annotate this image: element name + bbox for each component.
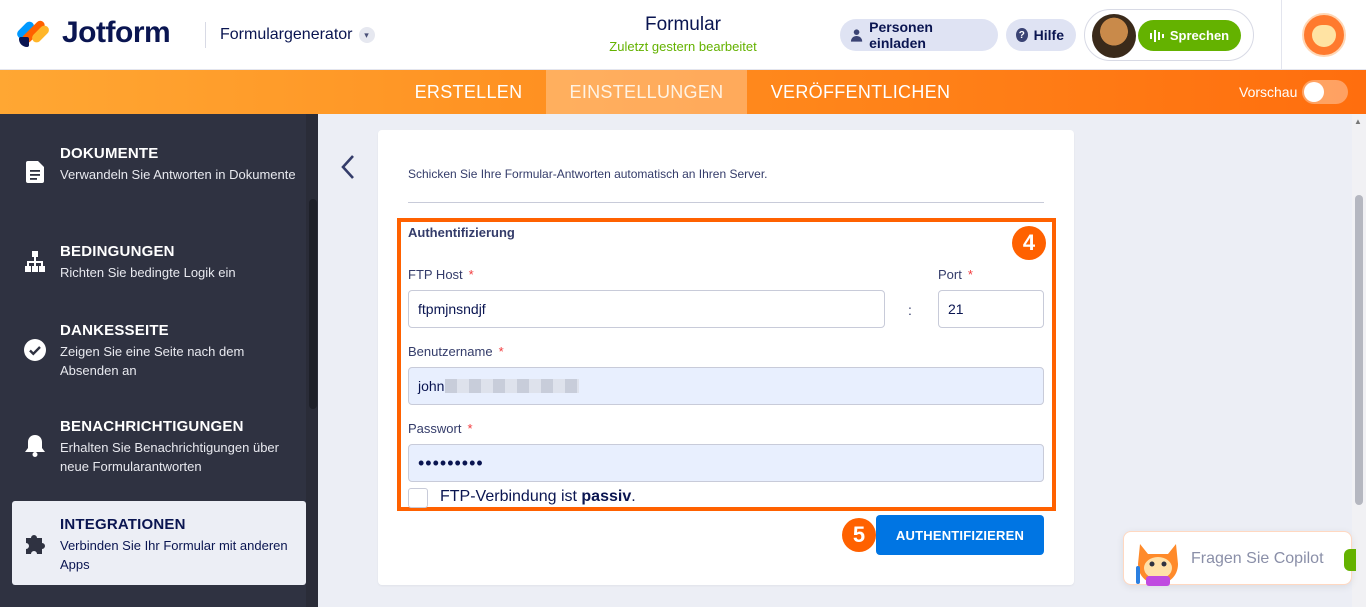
ftp-host-input[interactable]: ftpmjnsndjf [408, 290, 885, 328]
check-circle-icon [24, 339, 46, 361]
jotform-logo[interactable]: Jotform [15, 16, 171, 50]
section-divider [408, 202, 1044, 203]
question-icon: ? [1016, 28, 1028, 42]
copilot-widget[interactable]: Fragen Sie Copilot [1123, 531, 1356, 586]
sidebar-item-title: BEDINGUNGEN [60, 243, 175, 260]
sidebar-item-title: DANKESSEITE [60, 322, 169, 339]
form-title[interactable]: Formular [583, 14, 783, 36]
person-icon [850, 29, 863, 42]
invite-people-label: Personen einladen [869, 19, 933, 51]
puzzle-piece-icon [24, 532, 46, 554]
back-chevron-icon[interactable] [340, 154, 356, 188]
sidebar-item-desc: Zeigen Sie eine Seite nach dem Absenden … [60, 344, 245, 378]
sidebar-item-title: DOKUMENTE [60, 145, 159, 162]
speak-button[interactable]: Sprechen [1138, 20, 1241, 51]
sidebar-item-title: INTEGRATIONEN [60, 516, 186, 533]
form-title-block: Formular Zuletzt gestern bearbeitet [583, 14, 783, 54]
audio-wave-icon [1149, 29, 1164, 42]
sidebar-item-integrations[interactable]: INTEGRATIONEN Verbinden Sie Ihr Formular… [12, 501, 306, 585]
username-value: john [418, 378, 445, 394]
avatar-face-icon [1312, 25, 1336, 47]
sidebar-item-desc: Richten Sie bedingte Logik ein [60, 265, 236, 280]
user-avatar[interactable] [1302, 13, 1346, 57]
sidebar-item-desc: Verwandeln Sie Antworten in Dokumente [60, 167, 296, 182]
auth-section-title: Authentifizierung [408, 225, 515, 240]
sidebar-item-thankyou[interactable]: DANKESSEITE Zeigen Sie eine Seite nach d… [12, 313, 306, 383]
form-builder-menu[interactable]: Formulargenerator ▾ [220, 26, 375, 44]
header-divider-right [1281, 0, 1282, 70]
invite-people-button[interactable]: Personen einladen [840, 19, 998, 51]
document-icon [24, 161, 46, 183]
chevron-down-icon: ▾ [358, 27, 375, 43]
ai-agent-widget: Sprechen [1084, 9, 1254, 61]
password-input[interactable]: ••••••••• [408, 444, 1044, 482]
speak-label: Sprechen [1169, 28, 1230, 43]
step-marker-4: 4 [1012, 226, 1046, 260]
required-mark: * [498, 344, 504, 359]
help-label: Hilfe [1033, 27, 1064, 43]
bell-icon [24, 435, 46, 457]
password-label: Passwort * [408, 421, 473, 436]
username-label: Benutzername * [408, 344, 504, 359]
port-label: Port * [938, 267, 973, 282]
sidebar-item-conditions[interactable]: BEDINGUNGEN Richten Sie bedingte Logik e… [12, 234, 306, 284]
scroll-up-icon[interactable]: ▲ [1354, 117, 1362, 126]
flowchart-icon [24, 251, 46, 273]
authenticate-button[interactable]: AUTHENTIFIZIEREN [876, 515, 1044, 555]
redacted-text [445, 379, 580, 393]
tab-create[interactable]: ERSTELLEN [393, 70, 544, 114]
form-last-edited: Zuletzt gestern bearbeitet [609, 39, 757, 54]
copilot-label: Fragen Sie Copilot [1191, 550, 1324, 567]
sidebar-item-desc: Verbinden Sie Ihr Formular mit anderen A… [60, 538, 288, 572]
step-marker-5: 5 [842, 518, 876, 552]
copilot-edge [1344, 549, 1356, 571]
preview-label: Vorschau [1239, 84, 1298, 100]
settings-sidebar: DOKUMENTE Verwandeln Sie Antworten in Do… [0, 114, 318, 607]
required-mark: * [468, 267, 474, 282]
copilot-cat-icon [1136, 544, 1178, 586]
toggle-knob [1304, 82, 1324, 102]
jotform-logo-icon [15, 17, 51, 49]
sidebar-item-title: BENACHRICHTIGUNGEN [60, 418, 244, 435]
required-mark: * [467, 421, 473, 436]
builder-nav: ERSTELLEN EINSTELLUNGEN VERÖFFENTLICHEN … [0, 70, 1366, 114]
passive-mode-label[interactable]: FTP-Verbindung ist passiv. [440, 488, 636, 506]
username-input[interactable]: john [408, 367, 1044, 405]
top-header: Jotform Formulargenerator ▾ Formular Zul… [0, 0, 1366, 70]
host-port-separator: : [908, 302, 912, 318]
ftp-host-label: FTP Host * [408, 267, 474, 282]
preview-toggle[interactable] [1302, 80, 1348, 104]
tab-settings[interactable]: EINSTELLUNGEN [546, 70, 747, 114]
help-button[interactable]: ? Hilfe [1006, 19, 1076, 51]
sidebar-item-desc: Erhalten Sie Benachrichtigungen über neu… [60, 440, 279, 474]
header-divider [205, 22, 206, 48]
port-input[interactable]: 21 [938, 290, 1044, 328]
brand-name: Jotform [62, 16, 171, 49]
passive-mode-checkbox[interactable] [408, 488, 428, 508]
required-mark: * [967, 267, 973, 282]
form-builder-label: Formulargenerator [220, 26, 353, 43]
tab-publish[interactable]: VERÖFFENTLICHEN [749, 70, 972, 114]
sidebar-item-documents[interactable]: DOKUMENTE Verwandeln Sie Antworten in Do… [12, 136, 306, 206]
sidebar-item-notifications[interactable]: BENACHRICHTIGUNGEN Erhalten Sie Benachri… [12, 409, 306, 479]
agent-avatar [1092, 14, 1136, 58]
page-scrollbar-thumb[interactable] [1355, 195, 1363, 505]
sidebar-scrollbar-thumb[interactable] [309, 199, 317, 409]
integration-intro-text: Schicken Sie Ihre Formular-Antworten aut… [408, 167, 768, 181]
